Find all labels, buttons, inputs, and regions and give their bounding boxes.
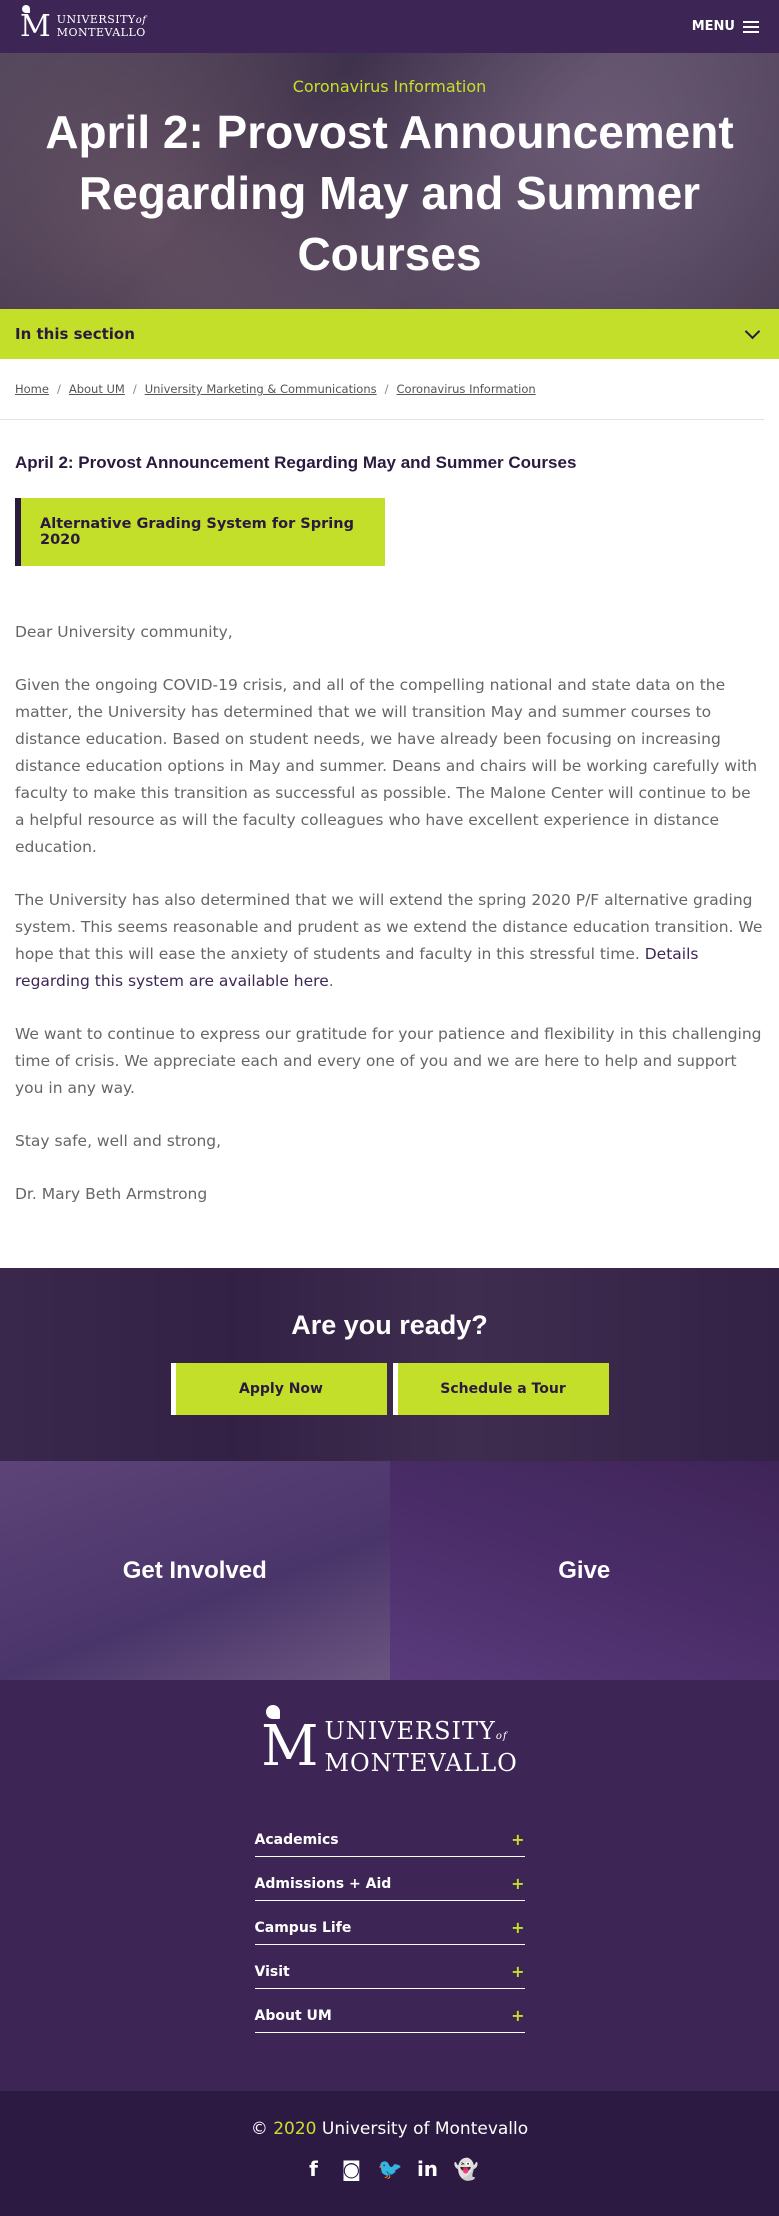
ready-title: Are you ready? bbox=[291, 1310, 488, 1341]
hero-kicker[interactable]: Coronavirus Information bbox=[293, 77, 487, 96]
footer-item-campus-life[interactable]: Campus Life+ bbox=[255, 1901, 525, 1945]
ready-buttons: Apply Now Schedule a Tour bbox=[171, 1363, 609, 1415]
paragraph-gratitude: We want to continue to express our grati… bbox=[15, 1021, 764, 1102]
paragraph-grading: The University has also determined that … bbox=[15, 887, 764, 995]
plus-icon: + bbox=[511, 1874, 524, 1893]
closing: Stay safe, well and strong, bbox=[15, 1128, 764, 1155]
copyright: © 2020 University of Montevallo bbox=[251, 2119, 528, 2139]
paragraph-transition: Given the ongoing COVID-19 crisis, and a… bbox=[15, 672, 764, 861]
top-navigation-bar: M UNIVERSITYof MONTEVALLO MENU bbox=[0, 0, 779, 53]
breadcrumb-about-um[interactable]: About UM bbox=[69, 382, 125, 396]
footer-item-visit[interactable]: Visit+ bbox=[255, 1945, 525, 1989]
linkedin-icon[interactable]: in bbox=[416, 2157, 440, 2181]
facebook-icon[interactable]: f bbox=[302, 2157, 326, 2181]
breadcrumb-separator: / bbox=[57, 382, 61, 396]
breadcrumb-marketing[interactable]: University Marketing & Communications bbox=[145, 382, 377, 396]
footer-item-academics[interactable]: Academics+ bbox=[255, 1813, 525, 1857]
logo-monogram: M bbox=[261, 1719, 318, 1775]
plus-icon: + bbox=[511, 1962, 524, 1981]
bottom-bar: © 2020 University of Montevallo f ◙ 🐦 in… bbox=[0, 2091, 779, 2216]
main-content: April 2: Provost Announcement Regarding … bbox=[0, 453, 779, 1208]
apply-now-button[interactable]: Apply Now bbox=[171, 1363, 387, 1415]
chevron-down-icon bbox=[745, 323, 761, 339]
social-links: f ◙ 🐦 in 👻 bbox=[302, 2157, 478, 2181]
are-you-ready-banner: Are you ready? Apply Now Schedule a Tour bbox=[0, 1268, 779, 1461]
plus-icon: + bbox=[511, 1830, 524, 1849]
snapchat-icon[interactable]: 👻 bbox=[454, 2157, 478, 2181]
announcement-body: Dear University community, Given the ong… bbox=[15, 619, 764, 1208]
instagram-icon[interactable]: ◙ bbox=[340, 2157, 364, 2181]
signature: Dr. Mary Beth Armstrong bbox=[15, 1181, 764, 1208]
menu-label: MENU bbox=[692, 19, 735, 34]
breadcrumb-separator: / bbox=[133, 382, 137, 396]
hero-banner: Coronavirus Information April 2: Provost… bbox=[0, 53, 779, 309]
breadcrumb-home[interactable]: Home bbox=[15, 382, 49, 396]
footer-logo[interactable]: M UNIVERSITYof MONTEVALLO bbox=[261, 1718, 518, 1776]
greeting: Dear University community, bbox=[15, 619, 764, 646]
footer: M UNIVERSITYof MONTEVALLO Academics+ Adm… bbox=[0, 1680, 779, 2091]
falcon-icon bbox=[22, 5, 30, 13]
schedule-tour-button[interactable]: Schedule a Tour bbox=[393, 1363, 609, 1415]
footer-item-about-um[interactable]: About UM+ bbox=[255, 1989, 525, 2033]
plus-icon: + bbox=[511, 2006, 524, 2025]
logo-monogram: M bbox=[20, 12, 51, 42]
breadcrumb-separator: / bbox=[385, 382, 389, 396]
hero-title: April 2: Provost Announcement Regarding … bbox=[40, 102, 739, 285]
twitter-icon[interactable]: 🐦 bbox=[378, 2157, 402, 2181]
section-nav-label: In this section bbox=[15, 325, 135, 343]
breadcrumb: Home / About UM / University Marketing &… bbox=[0, 359, 764, 420]
footer-nav: Academics+ Admissions + Aid+ Campus Life… bbox=[255, 1813, 525, 2033]
hamburger-icon bbox=[743, 21, 759, 33]
grading-system-callout[interactable]: Alternative Grading System for Spring 20… bbox=[15, 498, 385, 566]
breadcrumb-coronavirus[interactable]: Coronavirus Information bbox=[397, 382, 536, 396]
footer-item-admissions[interactable]: Admissions + Aid+ bbox=[255, 1857, 525, 1901]
menu-button[interactable]: MENU bbox=[692, 19, 759, 34]
promo-tiles: Get Involved Give bbox=[0, 1461, 779, 1680]
page-title: April 2: Provost Announcement Regarding … bbox=[15, 453, 764, 473]
give-tile[interactable]: Give bbox=[390, 1461, 779, 1680]
university-logo[interactable]: M UNIVERSITYof MONTEVALLO bbox=[20, 12, 146, 42]
logo-wordmark: UNIVERSITYof MONTEVALLO bbox=[57, 14, 147, 39]
falcon-icon bbox=[266, 1705, 280, 1719]
get-involved-tile[interactable]: Get Involved bbox=[0, 1461, 390, 1680]
in-this-section-toggle[interactable]: In this section bbox=[0, 309, 779, 359]
plus-icon: + bbox=[511, 1918, 524, 1937]
logo-wordmark: UNIVERSITYof MONTEVALLO bbox=[324, 1718, 517, 1776]
